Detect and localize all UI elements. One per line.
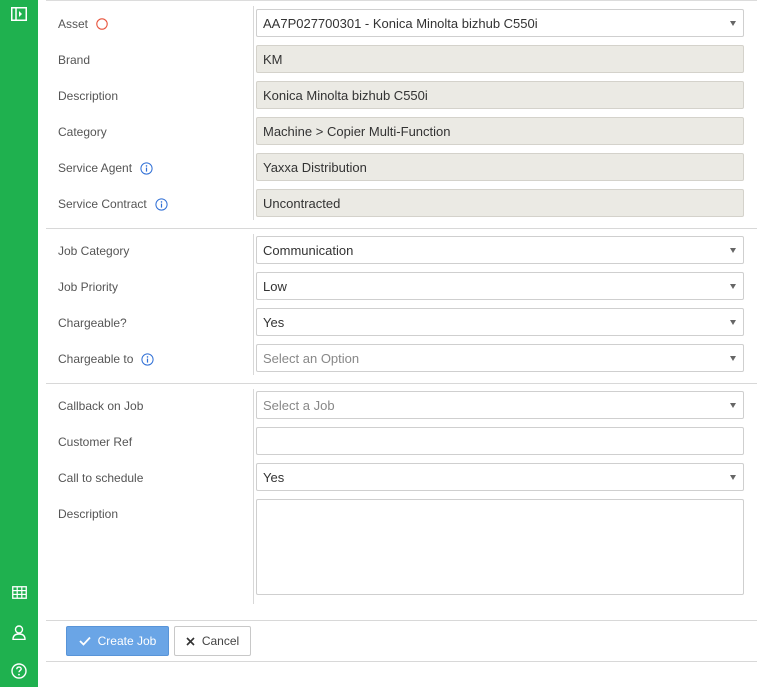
collapse-panel-icon[interactable] (9, 4, 29, 24)
create-job-label: Create Job (97, 634, 157, 648)
chargeable-to-row: Chargeable to Select an Option (46, 344, 757, 372)
sidebar (0, 0, 38, 687)
call-to-schedule-select[interactable]: Yes (256, 463, 744, 491)
customer-ref-label: Customer Ref (58, 435, 133, 449)
job-category-select[interactable]: Communication (256, 236, 744, 264)
service-contract-value: Uncontracted (263, 195, 341, 211)
category-label: Category (58, 125, 107, 139)
info-icon[interactable] (141, 352, 154, 366)
required-indicator-icon (96, 18, 108, 30)
chevron-down-icon (730, 356, 736, 361)
description-row: Description Konica Minolta bizhub C550i (46, 81, 757, 109)
chargeable-to-label: Chargeable to (58, 352, 134, 366)
job-priority-row: Job Priority Low (46, 272, 757, 300)
asset-select[interactable]: AA7P027700301 - Konica Minolta bizhub C5… (256, 9, 744, 37)
asset-row: Asset AA7P027700301 - Konica Minolta biz… (46, 9, 757, 37)
category-value: Machine > Copier Multi-Function (263, 123, 451, 139)
brand-field: KM (256, 45, 744, 73)
create-job-form: Asset AA7P027700301 - Konica Minolta biz… (38, 0, 757, 687)
service-agent-row: Service Agent Yaxxa Distribution (46, 153, 757, 181)
footer-divider-top (46, 620, 757, 621)
grid-icon[interactable] (9, 582, 29, 602)
call-to-schedule-value: Yes (263, 469, 285, 485)
help-icon[interactable] (9, 661, 29, 681)
brand-value: KM (263, 51, 283, 67)
callback-on-job-placeholder: Select a Job (263, 397, 335, 413)
brand-row: Brand KM (46, 45, 757, 73)
chevron-down-icon (730, 475, 736, 480)
call-to-schedule-row: Call to schedule Yes (46, 463, 757, 491)
info-icon[interactable] (155, 197, 168, 211)
callback-on-job-label: Callback on Job (58, 399, 144, 413)
service-contract-field: Uncontracted (256, 189, 744, 217)
user-icon[interactable] (9, 622, 29, 642)
asset-value: AA7P027700301 - Konica Minolta bizhub C5… (263, 15, 538, 31)
chevron-down-icon (730, 21, 736, 26)
service-contract-label: Service Contract (58, 197, 147, 211)
info-icon[interactable] (140, 161, 153, 175)
job-description-label: Description (58, 507, 119, 521)
top-divider (46, 0, 757, 1)
create-job-button[interactable]: Create Job (66, 626, 169, 656)
service-agent-value: Yaxxa Distribution (263, 159, 367, 175)
chargeable-to-select[interactable]: Select an Option (256, 344, 744, 372)
job-priority-select[interactable]: Low (256, 272, 744, 300)
close-icon (186, 636, 195, 646)
asset-section: Asset AA7P027700301 - Konica Minolta biz… (46, 6, 757, 221)
service-contract-row: Service Contract Uncontracted (46, 189, 757, 217)
job-description-textarea[interactable] (256, 499, 744, 595)
asset-description-label: Description (58, 89, 119, 103)
cancel-button[interactable]: Cancel (174, 626, 251, 656)
category-field: Machine > Copier Multi-Function (256, 117, 744, 145)
callback-on-job-select[interactable]: Select a Job (256, 391, 744, 419)
job-description-row: Description (46, 499, 757, 595)
chargeable-select[interactable]: Yes (256, 308, 744, 336)
chevron-down-icon (730, 403, 736, 408)
callback-section: Callback on Job Select a Job Customer Re… (46, 389, 757, 607)
column-divider (253, 6, 254, 220)
section-divider (46, 228, 757, 229)
service-agent-field: Yaxxa Distribution (256, 153, 744, 181)
chevron-down-icon (730, 320, 736, 325)
category-row: Category Machine > Copier Multi-Function (46, 117, 757, 145)
chargeable-value: Yes (263, 314, 285, 330)
job-category-row: Job Category Communication (46, 236, 757, 264)
check-icon (79, 636, 91, 646)
brand-label: Brand (58, 53, 91, 67)
section-divider (46, 383, 757, 384)
asset-description-field: Konica Minolta bizhub C550i (256, 81, 744, 109)
call-to-schedule-label: Call to schedule (58, 471, 144, 485)
job-section: Job Category Communication Job Priority … (46, 234, 757, 376)
customer-ref-input[interactable] (256, 427, 744, 455)
asset-label: Asset (58, 17, 89, 31)
callback-on-job-row: Callback on Job Select a Job (46, 391, 757, 419)
chargeable-to-placeholder: Select an Option (263, 350, 360, 366)
job-category-value: Communication (263, 242, 354, 258)
chargeable-row: Chargeable? Yes (46, 308, 757, 336)
chevron-down-icon (730, 248, 736, 253)
chargeable-label: Chargeable? (58, 316, 127, 330)
footer-divider-bottom (46, 661, 757, 662)
job-category-label: Job Category (58, 244, 130, 258)
job-priority-value: Low (263, 278, 287, 294)
chevron-down-icon (730, 284, 736, 289)
customer-ref-row: Customer Ref (46, 427, 757, 455)
cancel-label: Cancel (201, 634, 240, 648)
job-priority-label: Job Priority (58, 280, 119, 294)
service-agent-label: Service Agent (58, 161, 133, 175)
asset-description-value: Konica Minolta bizhub C550i (263, 87, 428, 103)
